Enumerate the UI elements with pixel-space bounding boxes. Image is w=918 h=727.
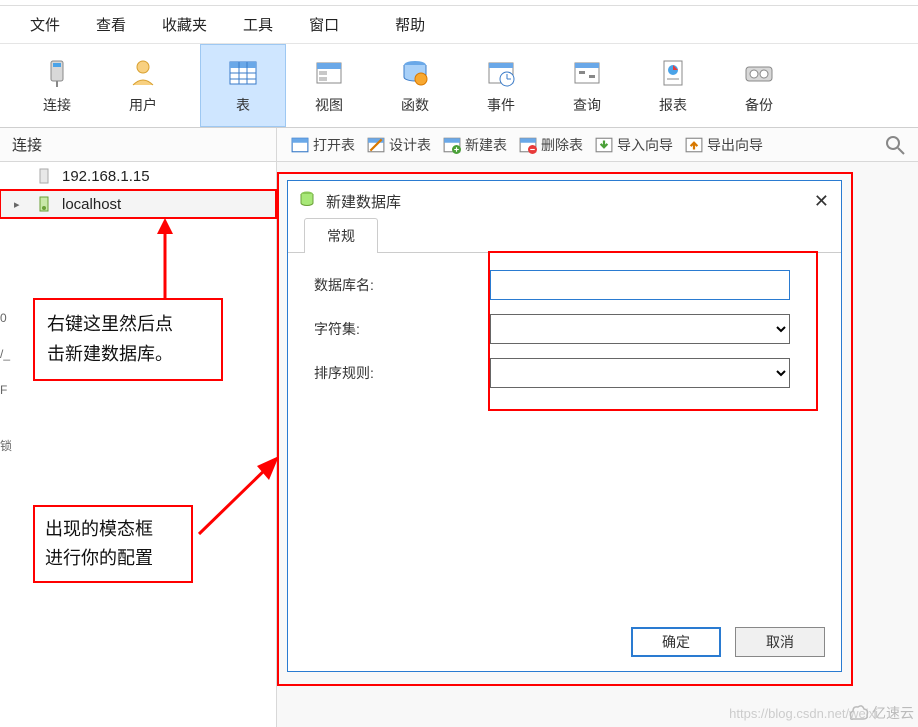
table-icon [227, 57, 259, 89]
label-dbname: 数据库名: [300, 275, 490, 295]
view-icon [313, 57, 345, 89]
new-table[interactable]: 新建表 [443, 135, 507, 155]
dialog-titlebar: 新建数据库 ✕ [288, 181, 841, 221]
server-active-icon [36, 196, 52, 212]
toolbar-function[interactable]: 函数 [372, 44, 458, 127]
toolbar-backup[interactable]: 备份 [716, 44, 802, 127]
delete-table[interactable]: 删除表 [519, 135, 583, 155]
toolbar-report[interactable]: 报表 [630, 44, 716, 127]
label-collation: 排序规则: [300, 363, 490, 383]
toolbar-table[interactable]: 表 [200, 44, 286, 127]
toolbar-label: 备份 [745, 95, 773, 115]
tape-icon [743, 57, 775, 89]
content-area: 新建数据库 ✕ 常规 数据库名: 字符集: 排序规则: [277, 162, 918, 727]
annotation-rightclick-tip: 右键这里然后点 击新建数据库。 [33, 298, 223, 381]
toolbar-user[interactable]: 用户 [100, 44, 186, 127]
cancel-button[interactable]: 取消 [735, 627, 825, 657]
connection-item[interactable]: 192.168.1.15 [0, 162, 276, 190]
import-icon [595, 136, 613, 154]
connection-item-localhost[interactable]: ▸ localhost [0, 190, 276, 218]
toolbar-label: 函数 [401, 95, 429, 115]
plug-icon [41, 57, 73, 89]
sub-toolbar: 连接 打开表 设计表 新建表 删除表 导入向导 导出向导 [0, 128, 918, 162]
menu-help[interactable]: 帮助 [377, 8, 443, 41]
left-margin-text: 0 /_ F 锁 [0, 300, 14, 464]
dialog-title: 新建数据库 [326, 191, 401, 212]
tab-general[interactable]: 常规 [304, 218, 378, 253]
toolbar-label: 视图 [315, 95, 343, 115]
open-table[interactable]: 打开表 [291, 135, 355, 155]
logo-yisu: 亿速云 [847, 703, 914, 723]
server-icon [36, 168, 52, 184]
toolbar-label: 用户 [129, 95, 157, 115]
arrow-icon [195, 450, 285, 540]
table-delete-icon [519, 136, 537, 154]
clock-icon [485, 57, 517, 89]
connection-label: 192.168.1.15 [62, 168, 150, 185]
arrow-icon [150, 218, 180, 304]
design-table[interactable]: 设计表 [367, 135, 431, 155]
annotation-modal-tip: 出现的模态框 进行你的配置 [33, 505, 193, 583]
new-database-dialog: 新建数据库 ✕ 常规 数据库名: 字符集: 排序规则: [287, 180, 842, 672]
query-icon [571, 57, 603, 89]
user-icon [127, 57, 159, 89]
dialog-tabs: 常规 [288, 221, 841, 253]
label-charset: 字符集: [300, 319, 490, 339]
toolbar-event[interactable]: 事件 [458, 44, 544, 127]
connection-tree: 192.168.1.15 ▸ localhost [0, 162, 277, 727]
main-toolbar: 连接 用户 表 视图 函数 事件 查询 [0, 44, 918, 128]
database-icon [298, 190, 316, 212]
menu-window[interactable]: 窗口 [291, 8, 357, 41]
menu-view[interactable]: 查看 [78, 8, 144, 41]
connection-panel-header: 连接 [0, 128, 277, 161]
export-wizard[interactable]: 导出向导 [685, 135, 763, 155]
expand-icon[interactable]: ▸ [14, 198, 20, 211]
toolbar-label: 事件 [487, 95, 515, 115]
report-icon [657, 57, 689, 89]
table-design-icon [367, 136, 385, 154]
close-icon[interactable]: ✕ [814, 191, 829, 212]
toolbar-query[interactable]: 查询 [544, 44, 630, 127]
toolbar-label: 报表 [659, 95, 687, 115]
menu-bar: 文件 查看 收藏夹 工具 窗口 帮助 [0, 6, 918, 44]
menu-file[interactable]: 文件 [12, 8, 78, 41]
import-wizard[interactable]: 导入向导 [595, 135, 673, 155]
menu-tools[interactable]: 工具 [225, 8, 291, 41]
menu-favorites[interactable]: 收藏夹 [144, 8, 225, 41]
toolbar-view[interactable]: 视图 [286, 44, 372, 127]
function-icon [399, 57, 431, 89]
toolbar-label: 连接 [43, 95, 71, 115]
toolbar-connection[interactable]: 连接 [14, 44, 100, 127]
toolbar-label: 查询 [573, 95, 601, 115]
ok-button[interactable]: 确定 [631, 627, 721, 657]
export-icon [685, 136, 703, 154]
search-icon[interactable] [884, 134, 906, 156]
annotation-form-outline [488, 251, 818, 411]
table-open-icon [291, 136, 309, 154]
connection-label: localhost [62, 196, 121, 213]
table-new-icon [443, 136, 461, 154]
toolbar-label: 表 [236, 95, 250, 115]
